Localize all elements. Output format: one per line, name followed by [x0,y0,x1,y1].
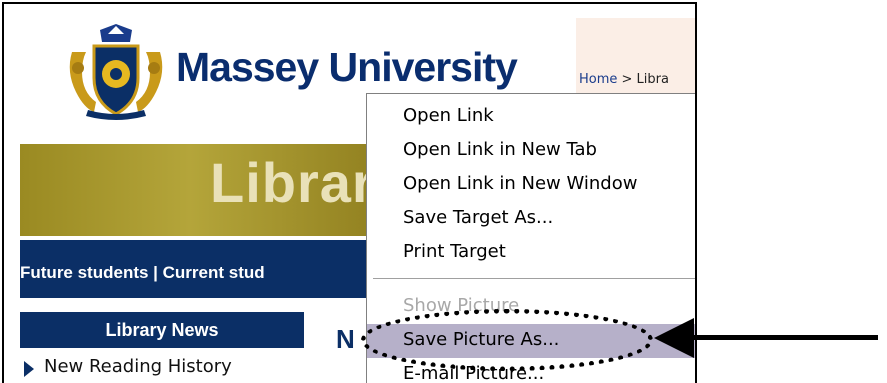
breadcrumb-trail: > Libra [617,72,669,87]
menu-item-open-link-new-tab[interactable]: Open Link in New Tab [367,134,695,168]
pointer-arrow-shaft [690,335,878,340]
navbar-links[interactable]: Future students | Current stud [20,263,265,283]
banner-title: Librar [210,151,375,214]
university-brand-name[interactable]: Massey University [176,44,518,91]
menu-item-label: Open Link in New Window [403,173,638,194]
triangle-right-icon [24,361,34,377]
sidebar-item-label: New Reading History [44,356,232,377]
breadcrumb-home-link[interactable]: Home [579,72,617,87]
menu-item-print-target[interactable]: Print Target [367,236,695,270]
sidebar-heading: Library News [20,312,304,348]
menu-item-open-link[interactable]: Open Link [367,100,695,134]
pointer-arrow-head [654,318,694,358]
menu-item-save-target-as[interactable]: Save Target As... [367,202,695,236]
breadcrumb: Home > Libra [579,72,669,87]
menu-item-label: Save Target As... [403,207,554,228]
menu-item-label: Open Link [403,105,494,126]
sidebar-item-new-reading-history[interactable]: New Reading History [20,350,304,383]
menu-item-label: Open Link in New Tab [403,139,597,160]
menu-item-open-link-new-window[interactable]: Open Link in New Window [367,168,695,202]
main-heading: N [336,324,355,354]
menu-item-label: Print Target [403,241,506,262]
dotted-highlight-ellipse [361,309,653,371]
university-crest-icon [69,24,163,120]
menu-separator [373,278,695,280]
